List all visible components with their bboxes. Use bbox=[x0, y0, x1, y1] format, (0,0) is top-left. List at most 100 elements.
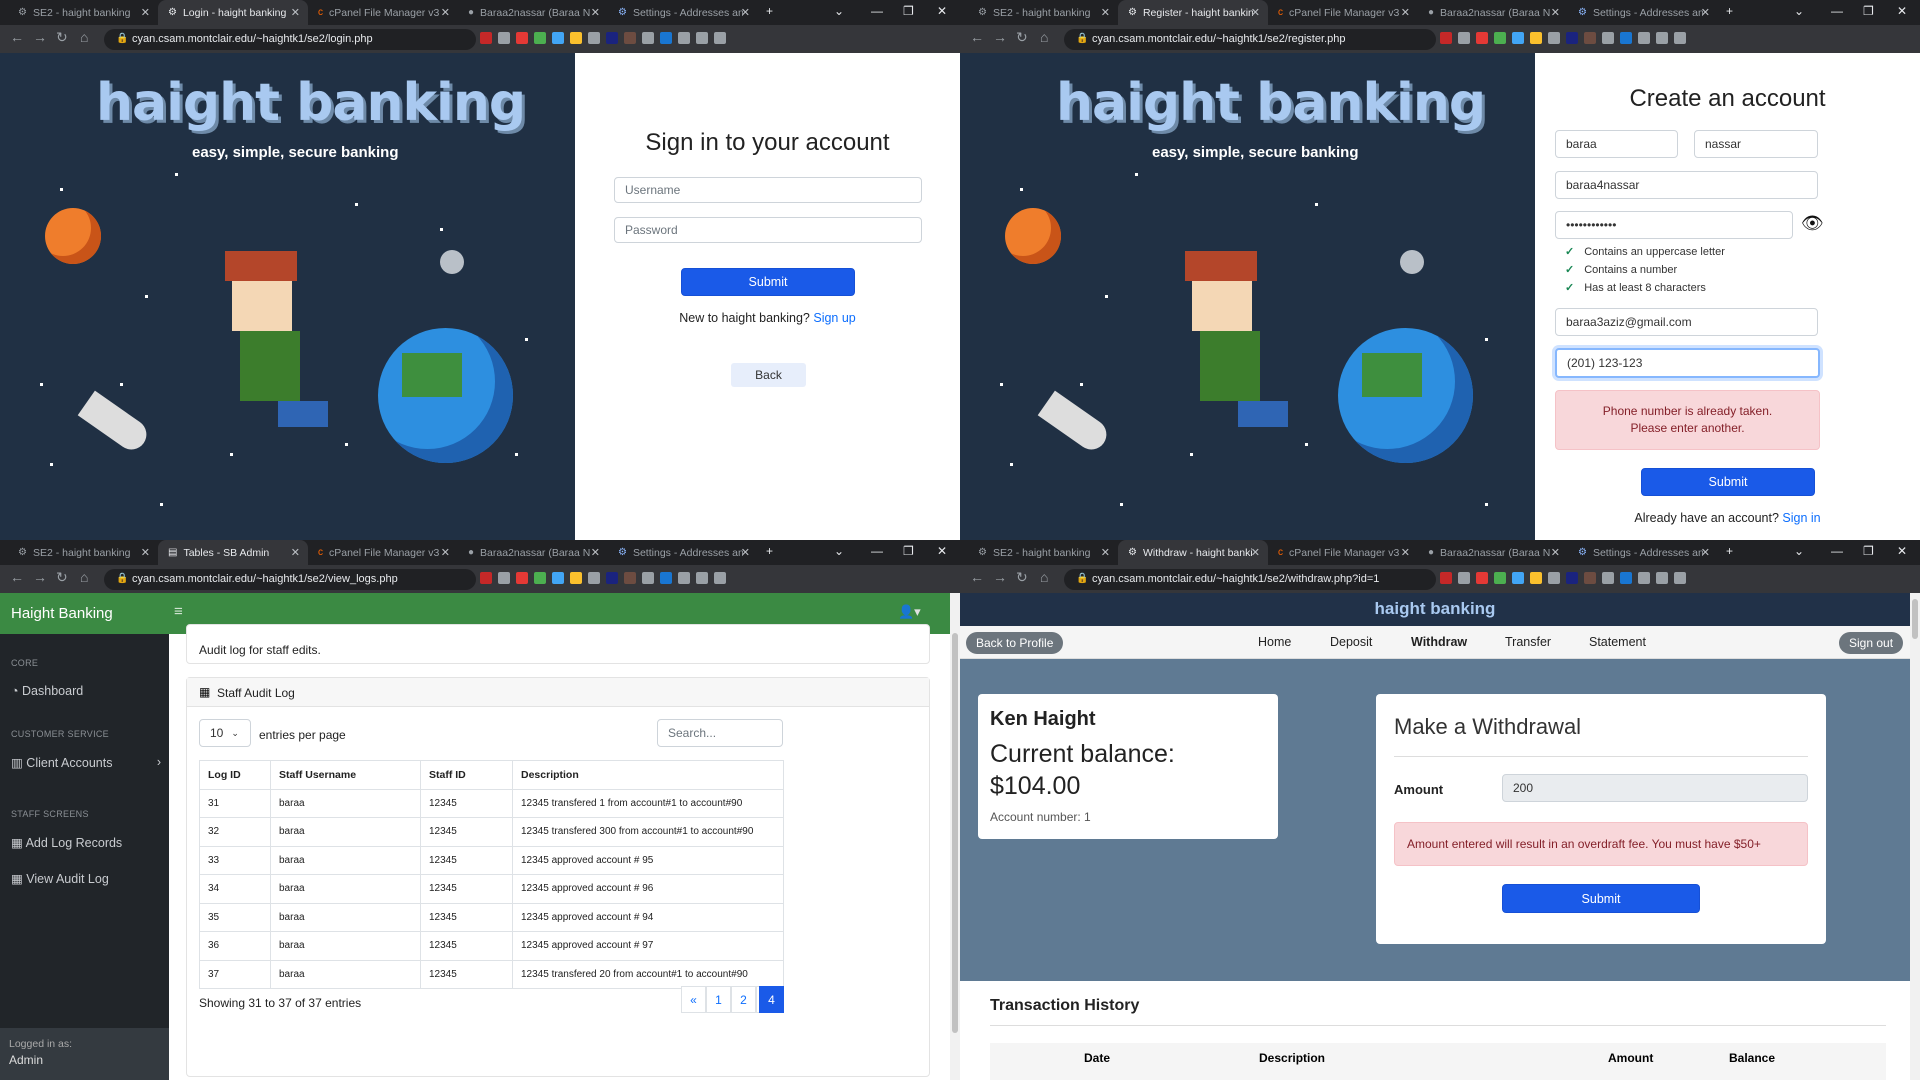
close-icon[interactable]: ✕ bbox=[291, 546, 300, 559]
back-icon[interactable]: ← bbox=[10, 569, 24, 585]
column-header[interactable]: Description bbox=[512, 760, 784, 790]
extension-icon[interactable] bbox=[1584, 32, 1596, 44]
column-header[interactable]: Log ID bbox=[199, 760, 271, 790]
signup-link[interactable]: Sign up bbox=[813, 311, 855, 325]
home-icon[interactable]: ⌂ bbox=[1040, 569, 1048, 585]
extension-icon[interactable] bbox=[678, 32, 690, 44]
extension-icon[interactable] bbox=[1530, 32, 1542, 44]
scrollbar-thumb[interactable] bbox=[952, 633, 958, 1033]
restore-icon[interactable]: ❐ bbox=[903, 544, 914, 558]
restore-icon[interactable]: ❐ bbox=[1863, 544, 1874, 558]
chevron-down-icon[interactable]: ⌄ bbox=[834, 4, 844, 18]
close-icon[interactable]: ✕ bbox=[1401, 546, 1410, 559]
home-icon[interactable]: ⌂ bbox=[1040, 29, 1048, 45]
close-window-icon[interactable]: ✕ bbox=[1897, 4, 1907, 18]
close-icon[interactable]: ✕ bbox=[591, 6, 600, 19]
close-icon[interactable]: ✕ bbox=[1251, 6, 1260, 19]
amount-input[interactable]: 200 bbox=[1502, 774, 1808, 802]
close-icon[interactable]: ✕ bbox=[1701, 6, 1710, 19]
puzzle-icon[interactable] bbox=[696, 572, 708, 584]
new-tab-icon[interactable]: + bbox=[1726, 4, 1733, 18]
reload-icon[interactable]: ↻ bbox=[1016, 569, 1028, 586]
back-to-profile-button[interactable]: Back to Profile bbox=[966, 632, 1064, 654]
tab-cpanel[interactable]: c cPanel File Manager v3 ✕ bbox=[1268, 540, 1418, 565]
extension-icon[interactable] bbox=[642, 32, 654, 44]
extension-icon[interactable] bbox=[552, 32, 564, 44]
close-icon[interactable]: ✕ bbox=[441, 546, 450, 559]
tab-settings[interactable]: ⚙ Settings - Addresses and ✕ bbox=[1568, 540, 1718, 565]
password-input[interactable]: •••••••••••• bbox=[1555, 211, 1793, 239]
back-button[interactable]: Back bbox=[731, 363, 806, 387]
sidepanel-icon[interactable] bbox=[714, 32, 726, 44]
page-4-active[interactable]: 4 bbox=[759, 986, 784, 1013]
sidepanel-icon[interactable] bbox=[714, 572, 726, 584]
scrollbar-thumb[interactable] bbox=[1912, 599, 1918, 639]
close-window-icon[interactable]: ✕ bbox=[937, 544, 947, 558]
reload-icon[interactable]: ↻ bbox=[56, 29, 68, 46]
user-dropdown-icon[interactable]: 👤▾ bbox=[898, 604, 921, 620]
minimize-icon[interactable]: — bbox=[1831, 4, 1843, 18]
tab-login[interactable]: ⚙ Login - haight banking ✕ bbox=[158, 0, 308, 25]
extension-icon[interactable] bbox=[1620, 572, 1632, 584]
page-1[interactable]: 1 bbox=[706, 986, 731, 1013]
email-input[interactable]: baraa3aziz@gmail.com bbox=[1555, 308, 1818, 336]
tab-se2[interactable]: ⚙ SE2 - haight banking ✕ bbox=[8, 540, 158, 565]
menu-toggle-icon[interactable]: ≡ bbox=[174, 603, 183, 620]
tab-settings[interactable]: ⚙ Settings - Addresses and ✕ bbox=[608, 0, 758, 25]
close-window-icon[interactable]: ✕ bbox=[937, 4, 947, 18]
tab-se2[interactable]: ⚙ SE2 - haight banking ✕ bbox=[968, 540, 1118, 565]
extension-icon[interactable] bbox=[1638, 32, 1650, 44]
tab-github[interactable]: ● Baraa2nassar (Baraa Nas ✕ bbox=[458, 0, 608, 25]
restore-icon[interactable]: ❐ bbox=[903, 4, 914, 18]
forward-icon[interactable]: → bbox=[33, 569, 47, 585]
extension-icon[interactable] bbox=[1458, 32, 1470, 44]
submit-button[interactable]: Submit bbox=[1502, 884, 1700, 913]
extension-icon[interactable] bbox=[570, 32, 582, 44]
extension-icon[interactable] bbox=[660, 572, 672, 584]
puzzle-icon[interactable] bbox=[1656, 572, 1668, 584]
tab-settings[interactable]: ⚙ Settings - Addresses and ✕ bbox=[608, 540, 758, 565]
tab-github[interactable]: ● Baraa2nassar (Baraa Nas ✕ bbox=[1418, 0, 1568, 25]
column-header[interactable]: Staff Username bbox=[270, 760, 421, 790]
puzzle-icon[interactable] bbox=[696, 32, 708, 44]
nav-deposit[interactable]: Deposit bbox=[1330, 635, 1372, 649]
extension-icon[interactable] bbox=[534, 32, 546, 44]
scrollbar[interactable] bbox=[950, 593, 960, 1080]
nav-home[interactable]: Home bbox=[1258, 635, 1291, 649]
extension-icon[interactable] bbox=[660, 32, 672, 44]
nav-statement[interactable]: Statement bbox=[1589, 635, 1646, 649]
tab-settings[interactable]: ⚙ Settings - Addresses and ✕ bbox=[1568, 0, 1718, 25]
extension-icon[interactable] bbox=[1494, 572, 1506, 584]
close-icon[interactable]: ✕ bbox=[591, 546, 600, 559]
extension-icon[interactable] bbox=[588, 572, 600, 584]
extension-icon[interactable] bbox=[588, 32, 600, 44]
forward-icon[interactable]: → bbox=[993, 29, 1007, 45]
extension-icon[interactable] bbox=[498, 572, 510, 584]
home-icon[interactable]: ⌂ bbox=[80, 29, 88, 45]
extension-icon[interactable] bbox=[606, 32, 618, 44]
chevron-down-icon[interactable]: ⌄ bbox=[834, 544, 844, 558]
reload-icon[interactable]: ↻ bbox=[56, 569, 68, 586]
close-icon[interactable]: ✕ bbox=[741, 546, 750, 559]
chevron-down-icon[interactable]: ⌄ bbox=[1794, 4, 1804, 18]
new-tab-icon[interactable]: + bbox=[1726, 544, 1733, 558]
tab-cpanel[interactable]: c cPanel File Manager v3 ✕ bbox=[308, 0, 458, 25]
close-icon[interactable]: ✕ bbox=[1251, 546, 1260, 559]
minimize-icon[interactable]: — bbox=[871, 4, 883, 18]
extension-icon[interactable] bbox=[1440, 32, 1452, 44]
extension-icon[interactable] bbox=[678, 572, 690, 584]
submit-button[interactable]: Submit bbox=[1641, 468, 1815, 496]
extension-icon[interactable] bbox=[1440, 572, 1452, 584]
username-input[interactable]: baraa4nassar bbox=[1555, 171, 1818, 199]
close-icon[interactable]: ✕ bbox=[1101, 546, 1110, 559]
back-icon[interactable]: ← bbox=[970, 29, 984, 45]
new-tab-icon[interactable]: + bbox=[766, 544, 773, 558]
extension-icon[interactable] bbox=[1476, 32, 1488, 44]
entries-select[interactable]: 10 ⌄ bbox=[199, 719, 251, 747]
url-field[interactable]: 🔒 cyan.csam.montclair.edu/~haightk1/se2/v… bbox=[104, 569, 476, 590]
search-input[interactable]: Search... bbox=[657, 719, 783, 747]
extension-icon[interactable] bbox=[1620, 32, 1632, 44]
tab-github[interactable]: ● Baraa2nassar (Baraa Nas ✕ bbox=[458, 540, 608, 565]
extension-icon[interactable] bbox=[624, 572, 636, 584]
url-field[interactable]: 🔒 cyan.csam.montclair.edu/~haightk1/se2/r… bbox=[1064, 29, 1436, 50]
